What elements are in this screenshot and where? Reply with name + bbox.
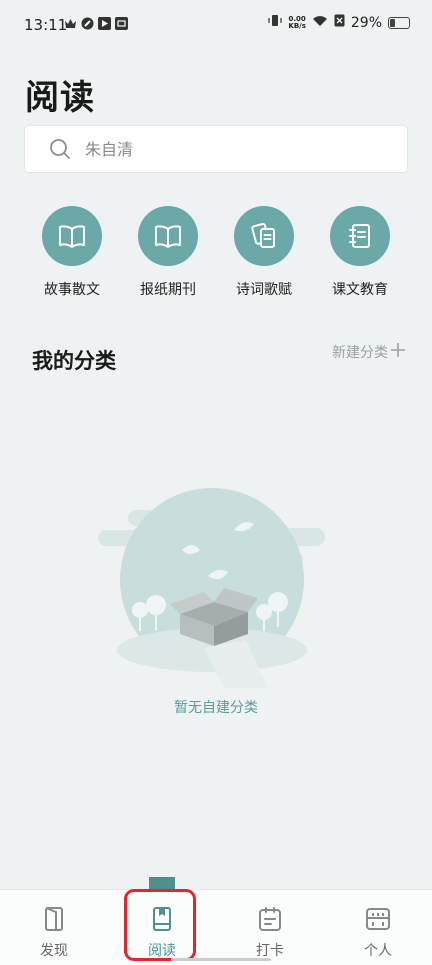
home-indicator	[171, 958, 271, 961]
calendar-icon	[256, 906, 284, 936]
open-book-icon	[138, 206, 198, 266]
category-education[interactable]: 课文教育	[312, 206, 408, 299]
bottom-nav: 发现 阅读 打卡 个人	[0, 877, 432, 965]
nav-label: 个人	[364, 943, 392, 959]
notebook-icon	[330, 206, 390, 266]
status-bar: 13:11 0.00 KB/s 29%	[0, 0, 432, 50]
battery-percent: 29%	[350, 14, 382, 31]
nav-reading[interactable]: 阅读	[108, 877, 216, 965]
status-right: 0.00 KB/s 29%	[268, 14, 410, 31]
nav-label: 阅读	[148, 943, 176, 959]
new-category-button[interactable]: 新建分类	[332, 342, 406, 362]
link-icon	[81, 17, 94, 30]
my-categories-title: 我的分类	[32, 349, 116, 373]
nav-label: 发现	[40, 943, 68, 959]
search-input[interactable]	[83, 138, 387, 160]
play-app-icon	[98, 17, 111, 30]
search-icon	[49, 138, 71, 160]
status-time: 13:11	[24, 16, 68, 34]
category-label: 报纸期刊	[140, 282, 196, 298]
new-category-label: 新建分类	[332, 345, 388, 361]
network-speed: 0.00 KB/s	[288, 15, 306, 30]
empty-box-illustration	[96, 480, 336, 690]
active-flag	[149, 877, 175, 891]
plus-icon	[390, 342, 406, 362]
page-title: 阅读	[25, 78, 95, 118]
battery-icon	[388, 16, 410, 29]
category-row: 故事散文 报纸期刊 诗词歌赋 课文教育	[24, 206, 408, 299]
door-icon	[40, 906, 68, 936]
search-box[interactable]	[24, 125, 408, 173]
category-story-essay[interactable]: 故事散文	[24, 206, 120, 299]
netspeed-unit: KB/s	[288, 21, 306, 30]
scroll-icon	[234, 206, 294, 266]
category-label: 课文教育	[332, 282, 388, 298]
empty-state-text: 暂无自建分类	[174, 700, 258, 716]
crown-icon	[64, 17, 77, 30]
category-label: 故事散文	[44, 282, 100, 298]
profile-icon	[364, 906, 392, 936]
category-label: 诗词歌赋	[236, 282, 292, 298]
category-newspaper[interactable]: 报纸期刊	[120, 206, 216, 299]
vibrate-icon	[268, 14, 282, 31]
category-poetry[interactable]: 诗词歌赋	[216, 206, 312, 299]
nav-discover[interactable]: 发现	[0, 890, 108, 965]
open-book-icon	[42, 206, 102, 266]
tv-app-icon	[115, 17, 128, 30]
wifi-icon	[312, 15, 328, 31]
no-sim-icon	[334, 14, 345, 31]
nav-checkin[interactable]: 打卡	[216, 890, 324, 965]
notification-icons	[64, 17, 128, 30]
nav-profile[interactable]: 个人	[324, 890, 432, 965]
book-icon	[148, 906, 176, 936]
nav-label: 打卡	[256, 943, 284, 959]
